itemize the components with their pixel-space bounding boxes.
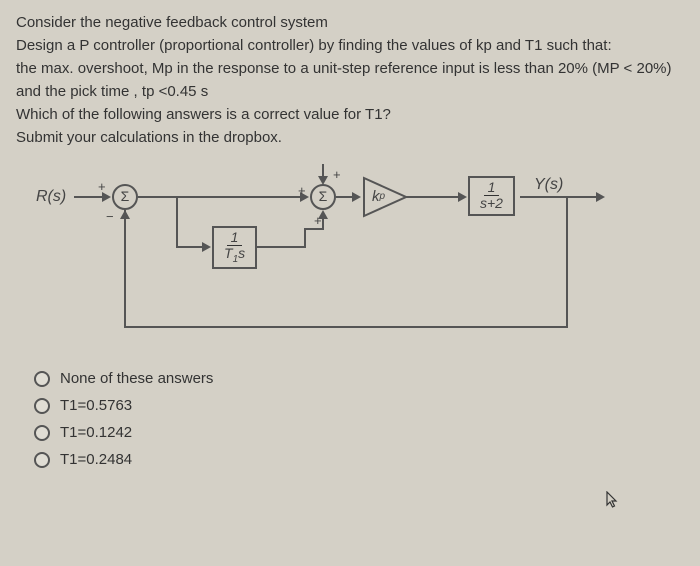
plus-sign: + [333,166,341,184]
output-label: Y(s) [534,174,563,196]
cursor-icon [606,491,620,516]
wire [566,196,568,328]
question-line: Design a P controller (proportional cont… [16,35,684,56]
question-line: Submit your calculations in the dropbox. [16,127,684,148]
wire [124,326,568,328]
arrow-icon [318,210,328,219]
wire [406,196,462,198]
radio-icon[interactable] [34,398,50,414]
sum-junction-1: Σ [112,184,138,210]
integrator-block: 1 T1s [212,226,257,269]
arrow-icon [596,192,605,202]
radio-icon[interactable] [34,452,50,468]
input-label: R(s) [36,186,66,208]
option-label: T1=0.2484 [60,449,132,470]
option-t1-b[interactable]: T1=0.1242 [34,422,684,443]
radio-icon[interactable] [34,371,50,387]
arrow-icon [202,242,211,252]
block-diagram: R(s) Σ + − Σ + + + kp 1 s+2 Y(s) [36,168,664,338]
plant-block: 1 s+2 [468,176,515,216]
wire [256,246,306,248]
wire [176,196,178,246]
wire [124,210,126,328]
question-line: and the pick time , tp <0.45 s [16,81,684,102]
wire [304,228,306,248]
arrow-icon [458,192,467,202]
wire [304,228,324,230]
radio-icon[interactable] [34,425,50,441]
question-line: Consider the negative feedback control s… [16,12,684,33]
option-t1-a[interactable]: T1=0.5763 [34,395,684,416]
plus-sign: + [98,178,106,196]
answer-options: None of these answers T1=0.5763 T1=0.124… [34,368,684,470]
question-line: Which of the following answers is a corr… [16,104,684,125]
gain-label: kp [372,186,385,207]
question-body: Consider the negative feedback control s… [16,12,684,148]
option-none[interactable]: None of these answers [34,368,684,389]
option-label: None of these answers [60,368,213,389]
option-t1-c[interactable]: T1=0.2484 [34,449,684,470]
option-label: T1=0.5763 [60,395,132,416]
plus-sign: + [298,182,306,200]
wire [138,196,304,198]
question-line: the max. overshoot, Mp in the response t… [16,58,684,79]
sum-junction-2: Σ [310,184,336,210]
arrow-icon [318,176,328,185]
minus-sign: − [106,208,114,226]
arrow-icon [120,210,130,219]
option-label: T1=0.1242 [60,422,132,443]
arrow-icon [352,192,361,202]
